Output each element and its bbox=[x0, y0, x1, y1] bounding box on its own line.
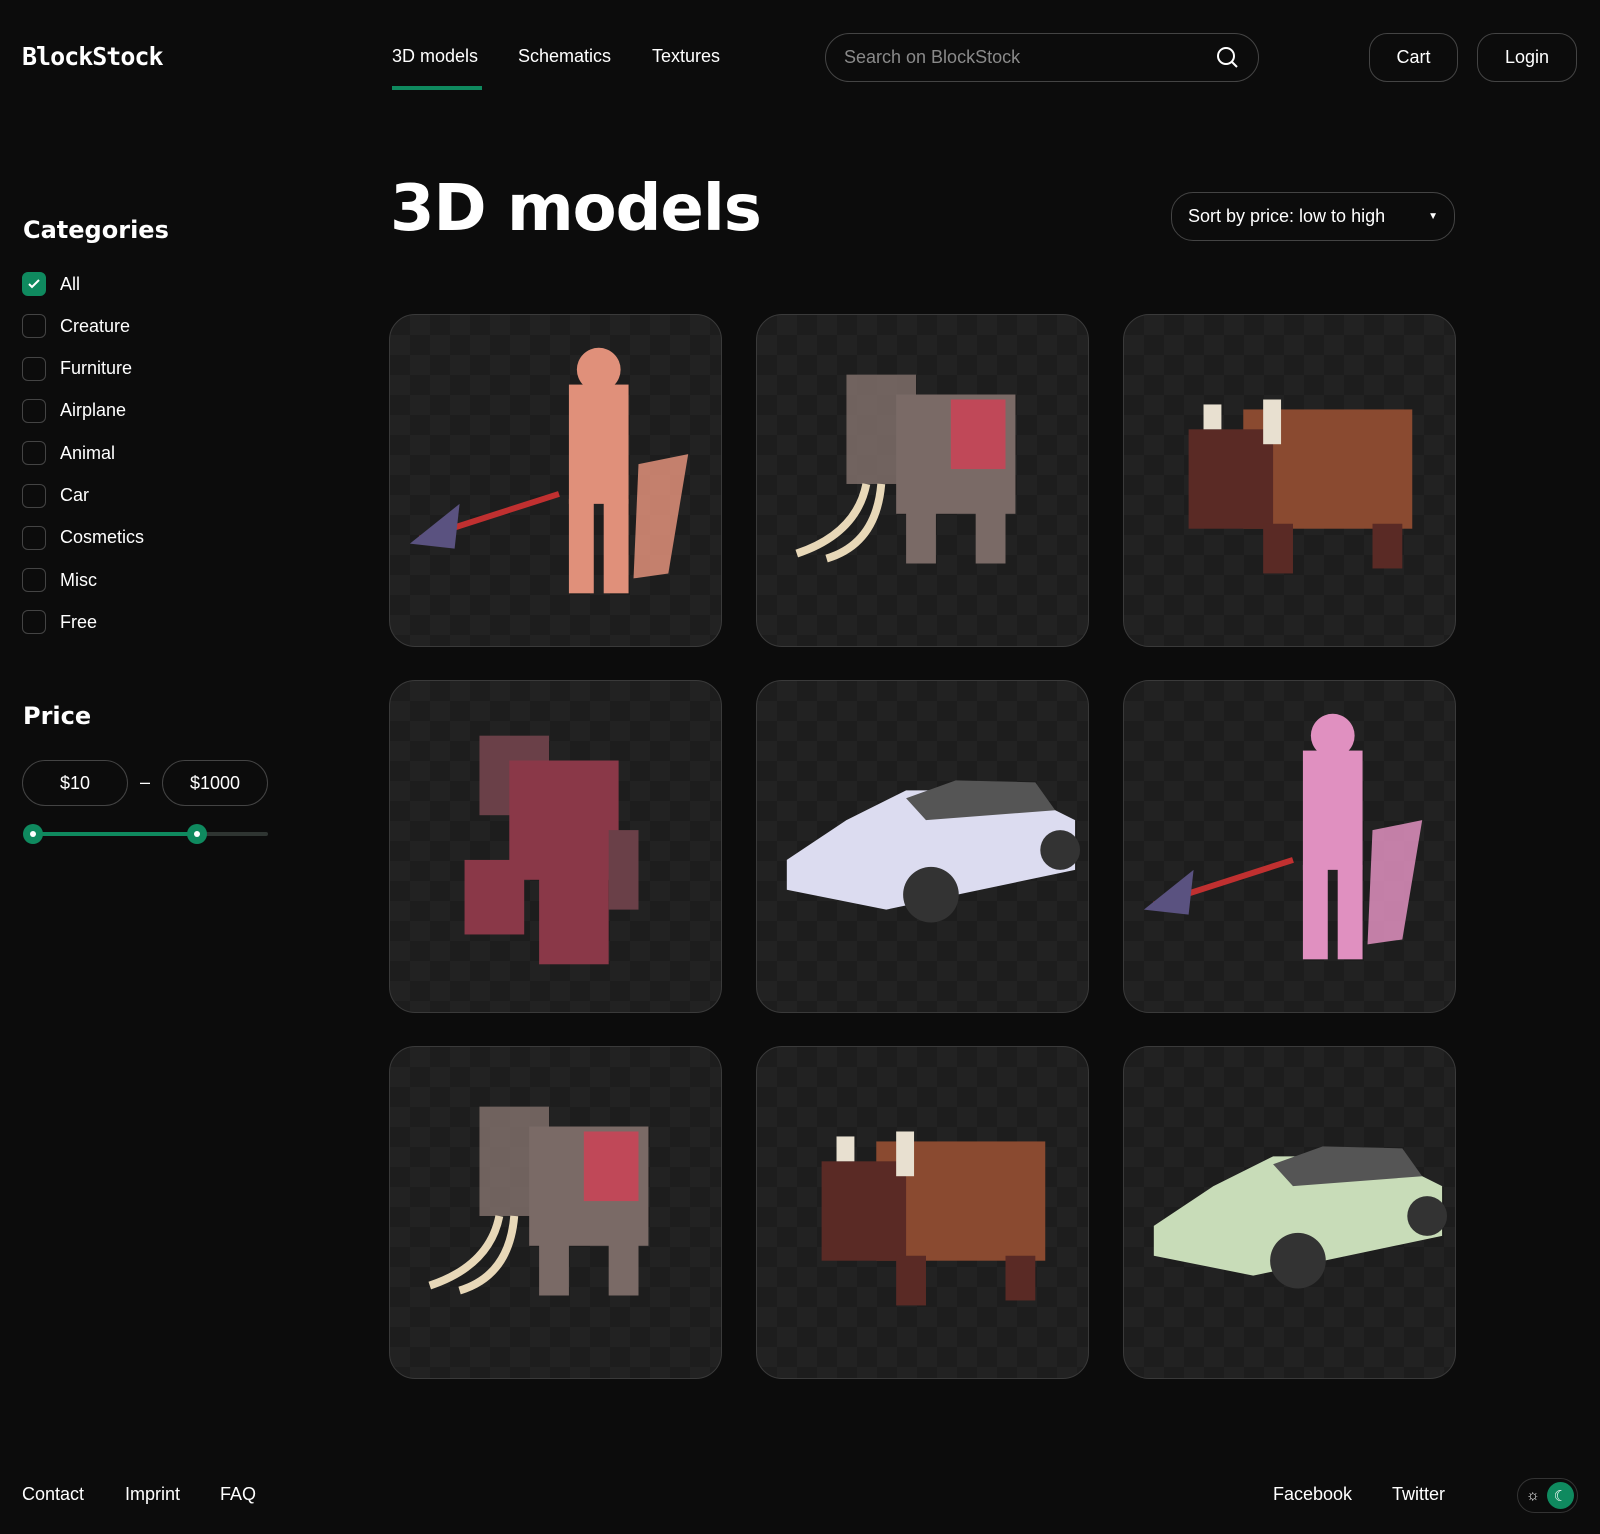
category-creature[interactable]: Creature bbox=[22, 314, 131, 339]
category-free[interactable]: Free bbox=[22, 610, 98, 635]
category-label: Misc bbox=[60, 569, 97, 590]
bison-model bbox=[1188, 399, 1413, 574]
category-label: Furniture bbox=[60, 358, 133, 379]
checkbox[interactable] bbox=[22, 568, 46, 593]
search-input[interactable]: Search on BlockStock bbox=[825, 33, 1259, 82]
product-card-warrior[interactable] bbox=[389, 314, 722, 647]
category-label: Free bbox=[60, 611, 98, 632]
product-card-golem[interactable] bbox=[389, 680, 722, 1013]
theme-toggle[interactable]: ☼ ☾ bbox=[1517, 1478, 1578, 1513]
moon-icon[interactable]: ☾ bbox=[1547, 1482, 1574, 1509]
caret-down-icon: ▼ bbox=[1428, 211, 1438, 222]
category-label: Car bbox=[60, 485, 90, 505]
bison-model bbox=[821, 1131, 1046, 1306]
checkbox[interactable] bbox=[22, 525, 46, 550]
product-card-bison[interactable] bbox=[1123, 314, 1456, 647]
checkbox[interactable] bbox=[22, 356, 46, 381]
search-icon[interactable] bbox=[1216, 46, 1240, 70]
warrior-model bbox=[409, 347, 689, 594]
footer-facebook[interactable]: Facebook bbox=[1273, 1484, 1352, 1505]
footer-twitter[interactable]: Twitter bbox=[1392, 1484, 1445, 1505]
nav-textures[interactable]: Textures bbox=[652, 46, 720, 67]
product-image bbox=[464, 735, 639, 965]
footer-contact[interactable]: Contact bbox=[22, 1484, 84, 1505]
elephant-model bbox=[428, 1106, 649, 1296]
product-image bbox=[1143, 713, 1423, 960]
price-separator: – bbox=[140, 772, 151, 792]
product-image bbox=[786, 780, 1081, 923]
product-card-elephant[interactable] bbox=[389, 1046, 722, 1379]
category-all[interactable]: All bbox=[22, 272, 80, 296]
category-label: Cosmetics bbox=[60, 527, 145, 548]
category-cosmetics[interactable]: Cosmetics bbox=[22, 525, 145, 550]
category-furniture[interactable]: Furniture bbox=[22, 356, 133, 381]
car-model bbox=[786, 780, 1081, 923]
checkbox[interactable] bbox=[22, 314, 46, 339]
product-card-warrior[interactable] bbox=[1123, 680, 1456, 1013]
checkbox[interactable] bbox=[22, 483, 46, 508]
category-misc[interactable]: Misc bbox=[22, 568, 97, 593]
product-card-bison[interactable] bbox=[756, 1046, 1089, 1379]
category-label: Creature bbox=[60, 315, 131, 336]
price-slider-max-handle[interactable] bbox=[187, 824, 207, 844]
category-airplane[interactable]: Airplane bbox=[22, 398, 127, 423]
login-button[interactable]: Login bbox=[1477, 33, 1577, 82]
car-model bbox=[1153, 1146, 1448, 1289]
page-title: 3D models bbox=[390, 172, 762, 246]
footer-faq[interactable]: FAQ bbox=[220, 1484, 256, 1505]
checkbox[interactable] bbox=[22, 441, 46, 466]
product-image bbox=[409, 347, 689, 594]
product-image bbox=[795, 374, 1016, 564]
category-label: All bbox=[60, 273, 81, 294]
product-image bbox=[1188, 399, 1413, 574]
product-image bbox=[821, 1131, 1046, 1306]
categories-heading: Categories bbox=[23, 216, 169, 244]
active-tab-indicator bbox=[392, 86, 482, 90]
price-min-input[interactable]: $10 bbox=[22, 760, 128, 806]
checkbox[interactable] bbox=[22, 398, 46, 423]
price-slider-range bbox=[33, 832, 197, 836]
search-placeholder: Search on BlockStock bbox=[844, 47, 1021, 67]
checkbox[interactable] bbox=[22, 610, 46, 635]
nav-3d-models[interactable]: 3D models bbox=[392, 46, 478, 67]
product-image bbox=[428, 1106, 649, 1296]
cart-button[interactable]: Cart bbox=[1369, 33, 1458, 82]
price-heading: Price bbox=[23, 702, 92, 730]
price-slider-min-handle[interactable] bbox=[23, 824, 43, 844]
nav-schematics[interactable]: Schematics bbox=[518, 46, 611, 67]
category-label: Airplane bbox=[60, 400, 127, 421]
category-label: Animal bbox=[60, 442, 116, 463]
check-icon bbox=[28, 279, 40, 289]
product-card-car[interactable] bbox=[756, 680, 1089, 1013]
product-card-elephant[interactable] bbox=[756, 314, 1089, 647]
golem-model bbox=[464, 735, 639, 965]
category-animal[interactable]: Animal bbox=[22, 441, 116, 466]
checkbox[interactable] bbox=[22, 272, 46, 296]
sort-select[interactable]: Sort by price: low to high ▼ bbox=[1171, 192, 1455, 241]
price-max-input[interactable]: $1000 bbox=[162, 760, 268, 806]
warrior-model bbox=[1143, 713, 1423, 960]
logo[interactable]: BlockStock bbox=[22, 42, 164, 71]
category-car[interactable]: Car bbox=[22, 483, 90, 508]
sun-icon[interactable]: ☼ bbox=[1526, 1487, 1540, 1504]
product-card-car[interactable] bbox=[1123, 1046, 1456, 1379]
product-image bbox=[1153, 1146, 1448, 1289]
elephant-model bbox=[795, 374, 1016, 564]
sort-label: Sort by price: low to high bbox=[1188, 206, 1386, 226]
footer-imprint[interactable]: Imprint bbox=[125, 1484, 180, 1505]
